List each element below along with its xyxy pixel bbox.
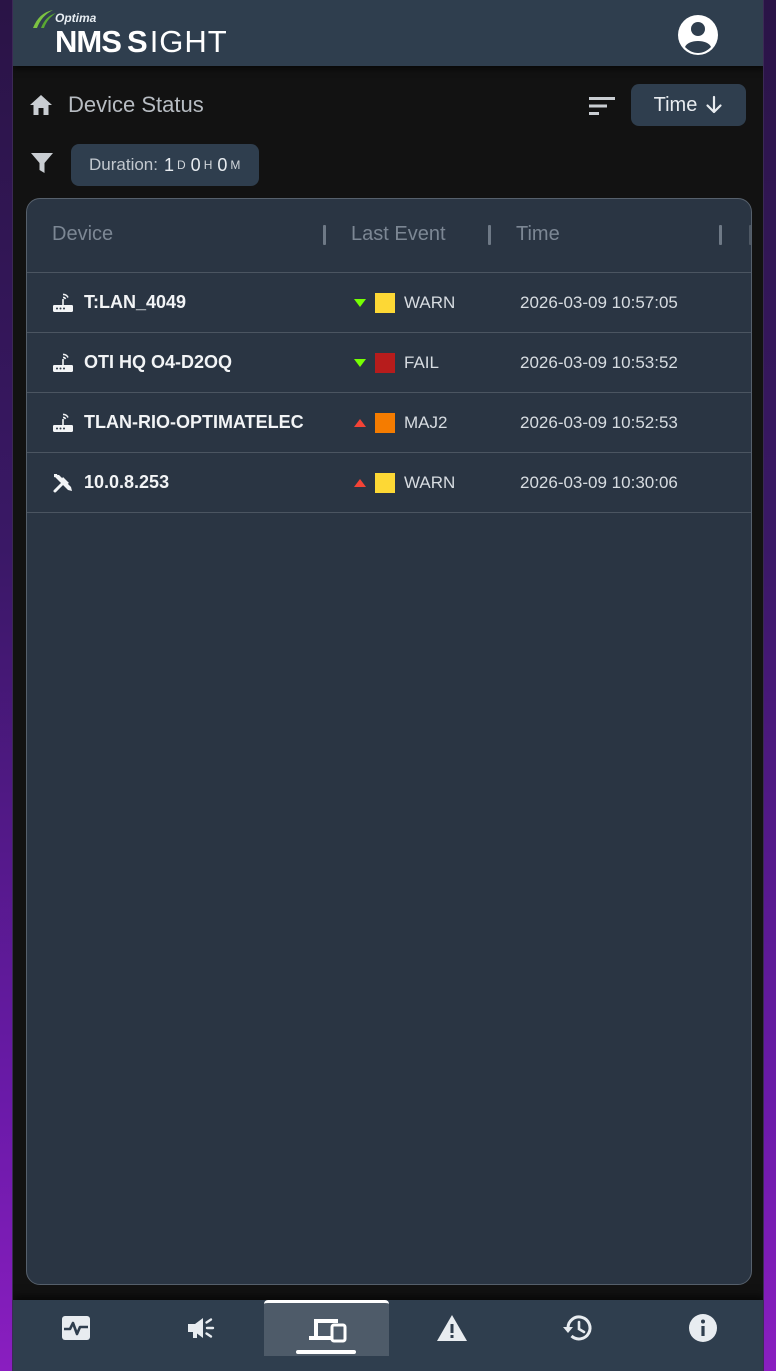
last-event: MAJ2: [404, 413, 448, 432]
duration-label: Duration:: [89, 155, 158, 174]
monitor-heart-icon: [61, 1316, 90, 1340]
trend-down-icon: [354, 299, 366, 307]
duration-filter-chip[interactable]: Duration: 1 D 0 H 0 M: [71, 144, 259, 186]
router-icon: [53, 353, 73, 372]
severity-indicator: [375, 293, 395, 313]
trend-up-icon: [354, 479, 366, 487]
nav-info[interactable]: [640, 1300, 763, 1356]
page-title: Device Status: [68, 92, 204, 117]
nav-history[interactable]: [515, 1300, 640, 1356]
device-name[interactable]: T:LAN_4049: [84, 292, 304, 313]
column-resize-handle[interactable]: [488, 225, 491, 245]
optima-leaf-icon: [33, 10, 56, 28]
nmsight-logo: Optima NMS SIGHT: [29, 6, 227, 60]
filter-icon[interactable]: [30, 151, 54, 175]
app-window: Optima NMS SIGHT Device Status Time Dura…: [12, 0, 764, 1371]
nav-devices[interactable]: [264, 1300, 389, 1356]
router-icon: [53, 413, 73, 432]
column-resize-handle[interactable]: [719, 225, 722, 245]
device-name[interactable]: TLAN-RIO-OPTIMATELECOM: [84, 412, 304, 433]
arrow-down-icon: [706, 95, 722, 114]
duration-hours: 0: [190, 154, 201, 175]
device-name[interactable]: OTI HQ O4-D2OQ: [84, 352, 304, 373]
column-header-last-event[interactable]: Last Event: [351, 223, 446, 246]
severity-indicator: [375, 473, 395, 493]
nav-alarms[interactable]: [389, 1300, 514, 1356]
bottom-nav: [13, 1300, 763, 1371]
last-event: FAIL: [404, 353, 439, 372]
last-event: WARN: [404, 293, 456, 312]
duration-days-unit: D: [177, 158, 186, 172]
devices-icon: [308, 1318, 346, 1342]
event-time: 2026-03-09 10:30:06: [520, 473, 678, 492]
column-resize-handle[interactable]: [749, 225, 751, 245]
logo-nms: NMS: [55, 24, 122, 59]
duration-hours-unit: H: [203, 158, 213, 172]
table-row[interactable]: TLAN-RIO-OPTIMATELECOM MAJ2 2026-03-09 1…: [27, 393, 751, 453]
duration-days: 1: [163, 154, 174, 175]
sort-label: Time: [653, 93, 698, 116]
column-resize-handle[interactable]: [323, 225, 326, 245]
trend-down-icon: [354, 359, 366, 367]
trend-up-icon: [354, 419, 366, 427]
event-time: 2026-03-09 10:52:53: [520, 413, 678, 432]
severity-indicator: [375, 353, 395, 373]
router-icon: [53, 293, 73, 312]
tools-icon: [53, 474, 72, 493]
table-row[interactable]: T:LAN_4049 WARN 2026-03-09 10:57:05: [27, 273, 751, 333]
sort-icon[interactable]: [588, 94, 616, 118]
sort-by-button[interactable]: Time: [631, 84, 746, 126]
device-status-table: Device Last Event Time T:LAN_4049 WARN 2…: [26, 198, 752, 1285]
home-icon[interactable]: [28, 93, 54, 117]
table-row[interactable]: 10.0.8.253 WARN 2026-03-09 10:30:06: [27, 453, 751, 513]
event-time: 2026-03-09 10:57:05: [520, 293, 678, 312]
duration-minutes-unit: M: [230, 158, 241, 172]
column-header-device[interactable]: Device: [52, 223, 113, 246]
top-bar: Optima NMS SIGHT: [13, 0, 763, 66]
history-icon: [562, 1315, 591, 1341]
info-icon: [688, 1314, 717, 1342]
table-header: Device Last Event Time: [27, 199, 751, 273]
logo-brand: Optima: [55, 11, 97, 25]
campaign-icon: [187, 1318, 214, 1338]
last-event: WARN: [404, 473, 456, 492]
warning-icon: [436, 1315, 467, 1341]
duration-minutes: 0: [217, 154, 228, 175]
event-time: 2026-03-09 10:53:52: [520, 353, 678, 372]
logo-sight: SIGHT: [127, 24, 228, 59]
table-row[interactable]: OTI HQ O4-D2OQ FAIL 2026-03-09 10:53:52: [27, 333, 751, 393]
column-header-time[interactable]: Time: [516, 223, 560, 246]
active-tab-indicator: [296, 1350, 356, 1354]
nav-monitor[interactable]: [13, 1300, 138, 1356]
nav-announcements[interactable]: [138, 1300, 263, 1356]
account-circle-icon[interactable]: [677, 14, 719, 56]
device-name[interactable]: 10.0.8.253: [84, 472, 304, 493]
severity-indicator: [375, 413, 395, 433]
